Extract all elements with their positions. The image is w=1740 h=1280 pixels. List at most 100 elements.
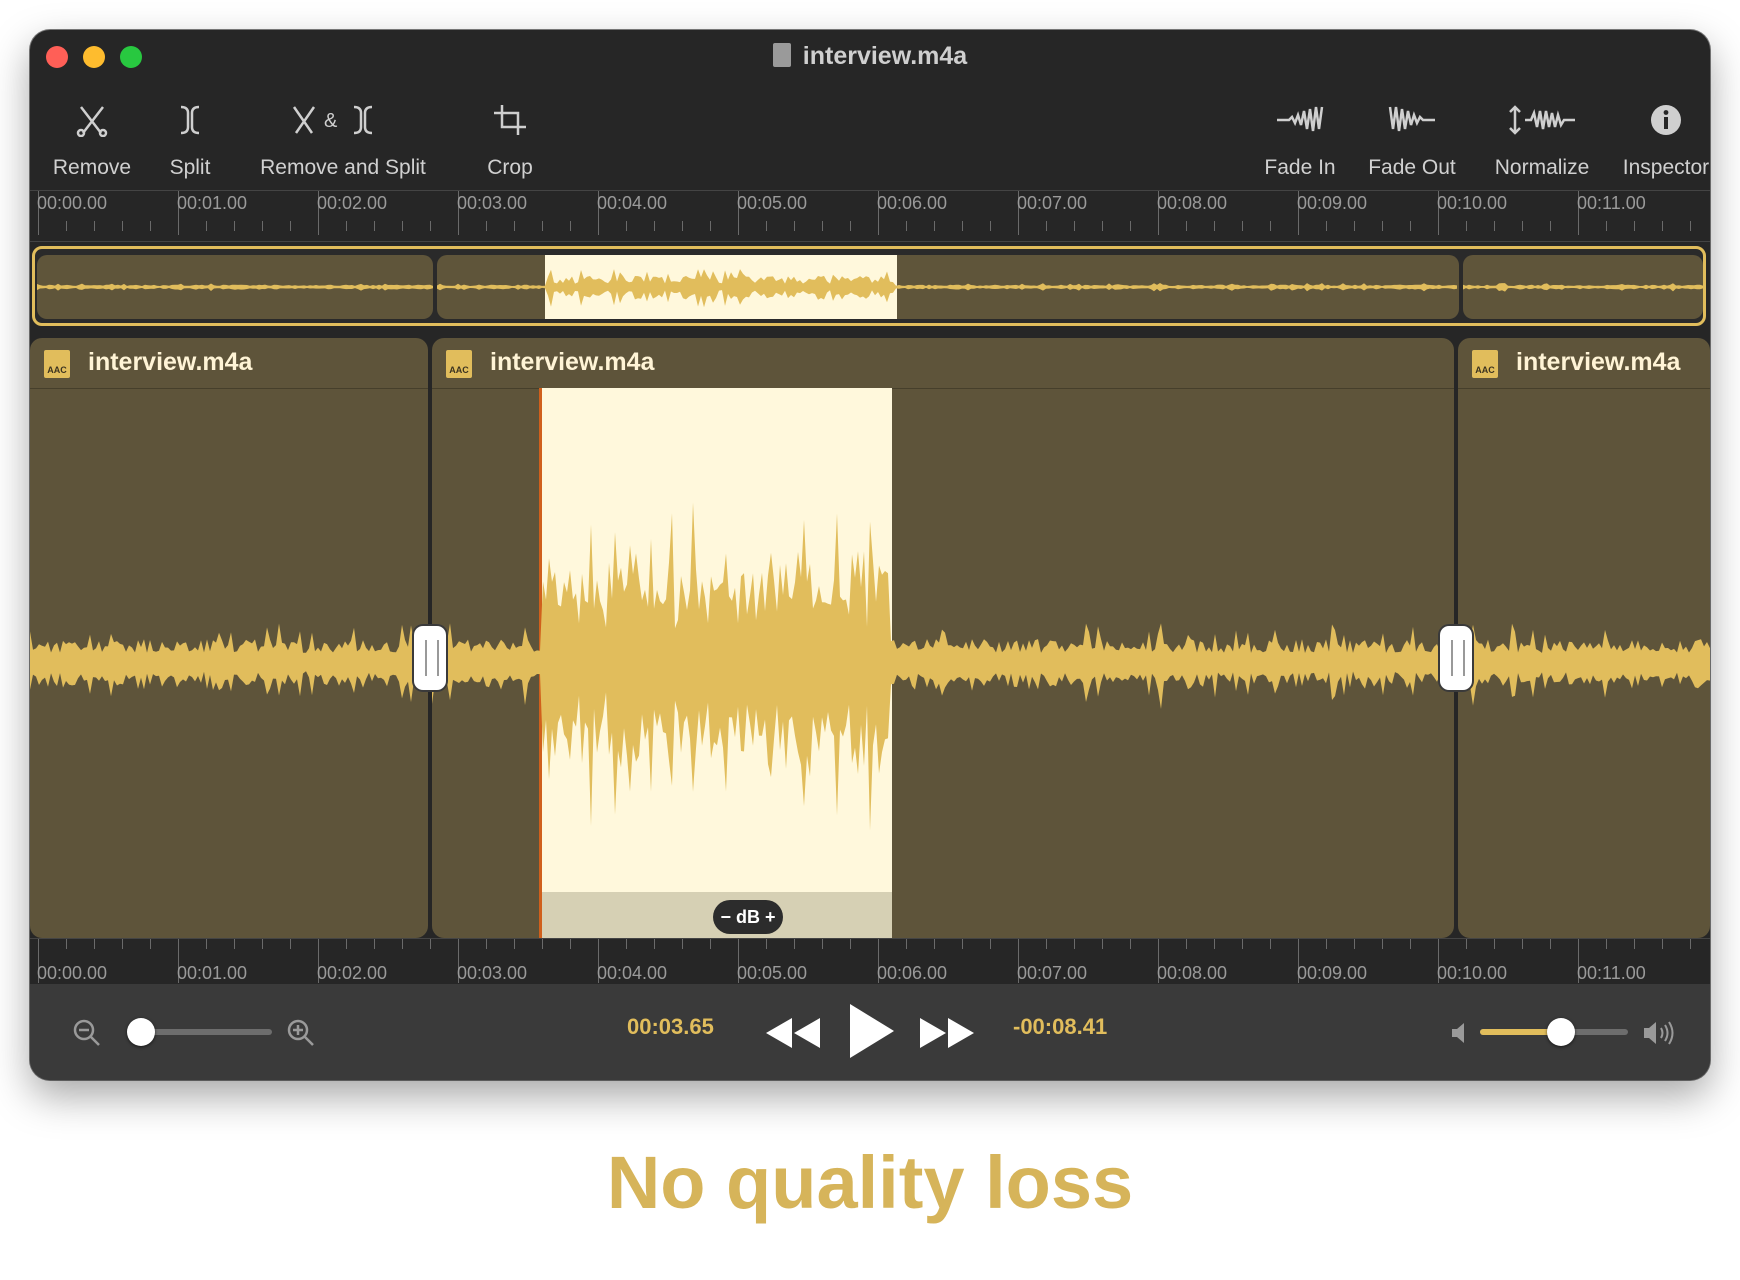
volume-slider-knob[interactable]	[1547, 1018, 1576, 1046]
ruler-time-label: 00:10.00	[1437, 193, 1508, 213]
ruler-time-label: 00:06.00	[877, 193, 948, 213]
ruler-minor-tick	[1606, 221, 1607, 231]
ruler-minor-tick	[906, 221, 907, 231]
overview-clip-2[interactable]	[437, 255, 1459, 319]
ruler-minor-tick	[1690, 221, 1691, 231]
ruler-minor-tick	[1606, 939, 1607, 949]
ruler-minor-tick	[234, 939, 235, 949]
ruler-minor-tick	[1186, 221, 1187, 231]
ruler-minor-tick	[94, 221, 95, 231]
ruler-minor-tick	[570, 939, 571, 949]
timeline-ruler-top[interactable]: 00:00.00 00:01.00 00:02.00 00:03.00 00:04.00…	[30, 190, 1710, 242]
overview-waveform[interactable]	[32, 246, 1706, 326]
ruler-time-label: 00:09.00	[1297, 963, 1368, 983]
ruler-time-label: 00:08.00	[1157, 193, 1228, 213]
scissors-and-split-icon: &	[292, 105, 373, 135]
ruler-time-label: 00:00.00	[37, 963, 108, 983]
clip-waveform	[432, 502, 1452, 831]
volume-slider[interactable]	[1480, 1018, 1628, 1046]
rewind-button[interactable]	[762, 1012, 822, 1054]
ruler-minor-tick	[710, 221, 711, 231]
ruler-minor-tick	[962, 221, 963, 231]
ruler-minor-tick	[962, 939, 963, 949]
normalize-button[interactable]: Normalize	[1472, 86, 1612, 190]
ruler-minor-tick	[1410, 221, 1411, 231]
ruler-time-label: 00:08.00	[1157, 963, 1228, 983]
ruler-minor-tick	[290, 939, 291, 949]
ruler-minor-tick	[1214, 939, 1215, 949]
clip-name: interview.m4a	[490, 348, 655, 376]
overview-waveform-2	[437, 269, 1457, 308]
crop-label: Crop	[487, 156, 533, 179]
marketing-caption: No quality loss	[606, 1141, 1134, 1224]
gain-control-button[interactable]: − dB +	[713, 900, 783, 934]
ruler-minor-tick	[1662, 221, 1663, 231]
split-icon	[180, 105, 200, 135]
ruler-minor-tick	[1382, 221, 1383, 231]
timeline-ruler-bottom[interactable]: 00:00.00 00:01.00 00:02.00 00:03.00 00:04.00…	[30, 938, 1710, 990]
play-button[interactable]	[842, 1000, 898, 1062]
remove-and-split-button[interactable]: & Remove and Split	[238, 86, 448, 190]
audio-clip-2[interactable]: AAC interview.m4a	[432, 338, 1454, 938]
ruler-minor-tick	[1382, 939, 1383, 949]
ruler-minor-tick	[682, 939, 683, 949]
ruler-minor-tick	[1242, 939, 1243, 949]
document-icon	[772, 43, 791, 67]
crop-button[interactable]: Crop	[470, 86, 550, 190]
clip-name: interview.m4a	[88, 348, 253, 376]
zoom-out-icon[interactable]	[72, 1018, 102, 1048]
ruler-minor-tick	[1130, 221, 1131, 231]
ruler-minor-tick	[486, 221, 487, 231]
fade-out-button[interactable]: Fade Out	[1352, 86, 1472, 190]
transport-bar: 00:03.65 -00:08.41	[30, 984, 1710, 1080]
clip-split-handle[interactable]	[1440, 626, 1472, 690]
ruler-minor-tick	[1634, 221, 1635, 231]
clip-split-handle[interactable]	[414, 626, 446, 690]
ruler-minor-tick	[1494, 221, 1495, 231]
ruler-minor-tick	[1046, 939, 1047, 949]
ruler-time-label: 00:04.00	[597, 963, 668, 983]
zoom-slider[interactable]	[126, 1018, 272, 1046]
ruler-minor-tick	[1270, 939, 1271, 949]
info-icon	[1651, 105, 1681, 135]
ruler-minor-tick	[934, 939, 935, 949]
inspector-button[interactable]: Inspector	[1612, 86, 1710, 190]
ruler-minor-tick	[430, 221, 431, 231]
clip-header: AAC interview.m4a	[432, 338, 1454, 389]
ruler-time-label: 00:09.00	[1297, 193, 1368, 213]
zoom-in-icon[interactable]	[286, 1018, 316, 1048]
zoom-slider-knob[interactable]	[126, 1018, 155, 1046]
fast-forward-button[interactable]	[918, 1012, 978, 1054]
ruler-minor-tick	[710, 939, 711, 949]
remove-button[interactable]: Remove	[42, 86, 142, 190]
ruler-minor-tick	[1326, 939, 1327, 949]
overview-waveform-3	[1463, 283, 1703, 292]
ruler-minor-tick	[1270, 221, 1271, 231]
volume-low-icon	[1452, 1023, 1464, 1043]
toolbar: Remove Split & Remove and Split Crop Fad…	[30, 86, 1710, 190]
remove-and-split-label: Remove and Split	[260, 156, 426, 179]
ruler-minor-tick	[850, 939, 851, 949]
audio-clip-1[interactable]: AAC interview.m4a	[30, 338, 428, 938]
ruler-minor-tick	[1662, 939, 1663, 949]
split-button[interactable]: Split	[150, 86, 230, 190]
ruler-minor-tick	[262, 221, 263, 231]
overview-clip-1[interactable]	[37, 255, 433, 319]
ruler-time-label: 00:05.00	[737, 963, 808, 983]
fade-out-icon	[1388, 106, 1435, 132]
current-time: 00:03.65	[627, 1014, 714, 1039]
ruler-minor-tick	[1410, 939, 1411, 949]
ruler-minor-tick	[150, 221, 151, 231]
ruler-minor-tick	[1354, 221, 1355, 231]
ruler-minor-tick	[934, 221, 935, 231]
fade-in-button[interactable]: Fade In	[1250, 86, 1350, 190]
audio-clip-3[interactable]: AAC interview.m4a	[1458, 338, 1710, 938]
ruler-time-label: 00:00.00	[37, 193, 108, 213]
fade-out-label: Fade Out	[1368, 156, 1456, 179]
overview-clip-3[interactable]	[1463, 255, 1703, 319]
ruler-minor-tick	[150, 939, 151, 949]
ruler-minor-tick	[654, 221, 655, 231]
ruler-minor-tick	[262, 939, 263, 949]
ruler-time-label: 00:07.00	[1017, 963, 1088, 983]
ruler-minor-tick	[570, 221, 571, 231]
